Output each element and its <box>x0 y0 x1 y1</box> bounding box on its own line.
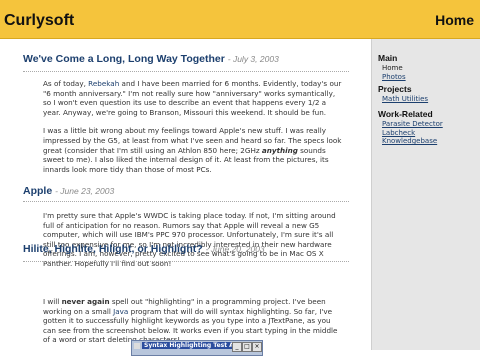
post-header: We've Come a Long, Long Way Together - J… <box>23 53 279 65</box>
post-paragraph: I was a little bit wrong about my feelin… <box>43 126 342 174</box>
minimize-icon: _ <box>232 342 242 352</box>
home-link[interactable]: Home <box>435 12 474 28</box>
sidebar: Main Home Photos Projects Math Utilities… <box>371 39 480 350</box>
sidebar-heading: Main <box>378 53 398 63</box>
sidebar-main: Main Home Photos <box>378 53 406 81</box>
sidebar-item-photos[interactable]: Photos <box>382 73 406 82</box>
close-icon: × <box>252 342 262 352</box>
post-title[interactable]: Apple <box>23 185 52 197</box>
post-divider <box>23 261 349 262</box>
post-divider <box>23 71 349 72</box>
main-content: We've Come a Long, Long Way Together - J… <box>0 39 370 350</box>
screenshot-window-title: Syntax Highlighting Test App <box>142 342 245 349</box>
post-title[interactable]: We've Come a Long, Long Way Together <box>23 53 225 65</box>
post-date: - July 3, 2003 <box>227 54 279 64</box>
site-title[interactable]: Curlysoft <box>4 12 74 30</box>
sidebar-work: Work-Related Parasite Detector Labcheck … <box>378 109 443 146</box>
rebekah-link[interactable]: Rebekah <box>88 79 119 88</box>
syntax-app-screenshot: Syntax Highlighting Test App _ □ × <box>131 340 263 356</box>
post-header: Apple - June 23, 2003 <box>23 185 114 197</box>
sidebar-heading: Work-Related <box>378 109 433 119</box>
post-header: Hilite, Highlite, Hilight, or Highlight?… <box>23 243 265 255</box>
sidebar-item-knowledgebase[interactable]: Knowledgebase <box>382 137 443 146</box>
post-body: As of today, Rebekah and I have been mar… <box>43 79 343 183</box>
post-title[interactable]: Hilite, Highlite, Hilight, or Highlight? <box>23 243 203 255</box>
post-paragraph: As of today, Rebekah and I have been mar… <box>43 79 342 117</box>
post-date: - June 23, 2003 <box>55 186 115 196</box>
java-link[interactable]: Java <box>113 307 128 316</box>
post-date: - June 20, 2003 <box>205 244 265 254</box>
sidebar-item-math-utilities[interactable]: Math Utilities <box>382 95 428 104</box>
post-paragraph: I will never again spell out "highlighti… <box>43 297 338 345</box>
maximize-icon: □ <box>242 342 252 352</box>
sidebar-projects: Projects Math Utilities <box>378 84 428 104</box>
sidebar-item-parasite-detector[interactable]: Parasite Detector <box>382 120 443 129</box>
header-bar: Curlysoft Home <box>0 0 480 39</box>
post-paragraph: I'm pretty sure that Apple's WWDC is tak… <box>43 211 336 268</box>
app-icon <box>134 343 140 349</box>
sidebar-heading: Projects <box>378 84 412 94</box>
sidebar-item-home[interactable]: Home <box>382 64 406 73</box>
post-divider <box>23 201 349 202</box>
sidebar-item-labcheck[interactable]: Labcheck <box>382 129 443 138</box>
